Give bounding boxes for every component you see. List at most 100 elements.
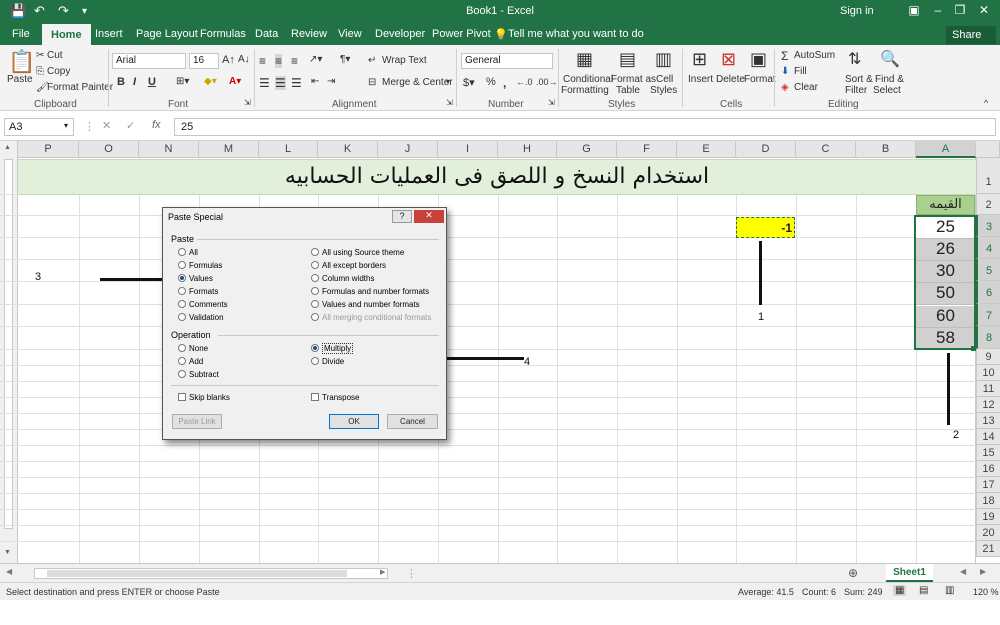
radio-icon[interactable]	[178, 370, 186, 378]
value-cell-a8[interactable]: 58	[916, 328, 975, 350]
column-header-f[interactable]: F	[617, 141, 677, 158]
insert-cells-button[interactable]: Insert	[688, 74, 713, 85]
decrease-indent-icon[interactable]: ⇤	[311, 76, 319, 87]
sort-filter-button[interactable]: Sort &	[845, 74, 873, 85]
paste-icon[interactable]: 📋	[8, 49, 35, 75]
ok-button[interactable]: OK	[329, 414, 379, 429]
radio-icon[interactable]	[311, 248, 319, 256]
cell-styles-icon[interactable]: ▥	[655, 49, 672, 70]
align-left-icon[interactable]: ☰	[259, 76, 270, 90]
select-all-corner[interactable]	[976, 141, 1000, 158]
insert-cells-icon[interactable]: ⊞	[692, 49, 707, 70]
tab-power-pivot[interactable]: Power Pivot	[432, 28, 491, 40]
radio-icon[interactable]	[178, 357, 186, 365]
grow-font-icon[interactable]: A↑	[222, 54, 235, 66]
page-layout-view-icon[interactable]: ▤	[919, 585, 928, 596]
column-header-j[interactable]: J	[378, 141, 438, 158]
hscroll-thumb[interactable]	[47, 570, 347, 577]
format-cells-icon[interactable]: ▣	[750, 49, 767, 70]
paste-formulas-number-formats-option[interactable]: Formulas and number formats	[311, 287, 429, 296]
align-bottom-icon[interactable]: ≡	[291, 54, 298, 68]
merged-title-cell[interactable]: استخدام النسخ و اللصق فى العمليات الحساب…	[18, 159, 976, 195]
align-middle-icon[interactable]: ≡	[275, 54, 283, 68]
sheet-tab-sheet1[interactable]: Sheet1	[886, 564, 933, 582]
radio-selected-icon[interactable]	[311, 344, 319, 352]
scroll-down-icon[interactable]: ▼	[4, 549, 11, 556]
tell-me-box[interactable]: Tell me what you want to do	[508, 28, 644, 40]
radio-selected-icon[interactable]	[178, 274, 186, 282]
row-header-19[interactable]: 19	[976, 509, 1000, 525]
row-header-18[interactable]: 18	[976, 493, 1000, 509]
tab-scroll-prev-icon[interactable]: ◀	[960, 567, 966, 576]
tab-file[interactable]: File	[12, 28, 30, 40]
row-header-17[interactable]: 17	[976, 477, 1000, 493]
dialog-close-button[interactable]: ✕	[414, 210, 444, 223]
formula-input[interactable]: 25	[174, 118, 996, 136]
restore-icon[interactable]: ❐	[950, 3, 970, 17]
sort-filter-icon[interactable]: ⇅	[848, 49, 861, 69]
op-multiply-option[interactable]: Multiply	[311, 343, 354, 354]
tab-developer[interactable]: Developer	[375, 28, 425, 40]
row-header-8[interactable]: 8	[976, 326, 1000, 349]
increase-decimal-icon[interactable]: ←.0	[516, 77, 533, 87]
align-top-icon[interactable]: ≡	[259, 54, 266, 68]
scroll-left-icon[interactable]: ◀	[6, 567, 12, 576]
percent-button[interactable]: %	[486, 76, 496, 88]
row-header-11[interactable]: 11	[976, 381, 1000, 397]
vertical-scrollbar[interactable]: ▲ ▼	[0, 141, 18, 563]
column-header-n[interactable]: N	[139, 141, 199, 158]
find-select-icon[interactable]: 🔍	[880, 49, 900, 69]
paste-button[interactable]: Paste	[7, 74, 33, 85]
font-size-box[interactable]: 16	[189, 53, 219, 69]
column-header-m[interactable]: M	[199, 141, 259, 158]
row-header-5[interactable]: 5	[976, 259, 1000, 281]
radio-icon[interactable]	[178, 300, 186, 308]
copy-button[interactable]: Copy	[47, 66, 70, 77]
merge-center-button[interactable]: Merge & Center	[382, 77, 453, 88]
row-header-13[interactable]: 13	[976, 413, 1000, 429]
column-header-b[interactable]: B	[856, 141, 916, 158]
paste-column-widths-option[interactable]: Column widths	[311, 274, 374, 283]
format-as-table-button[interactable]: Format as	[611, 74, 656, 85]
tab-data[interactable]: Data	[255, 28, 278, 40]
column-header-p[interactable]: P	[18, 141, 79, 158]
column-header-c[interactable]: C	[796, 141, 856, 158]
radio-icon[interactable]	[178, 313, 186, 321]
radio-icon[interactable]	[311, 357, 319, 365]
paste-source-theme-option[interactable]: All using Source theme	[311, 248, 404, 257]
sign-in-link[interactable]: Sign in	[840, 5, 874, 17]
name-box-dropdown-icon[interactable]: ▾	[64, 121, 68, 130]
checkbox-icon[interactable]	[178, 393, 186, 401]
op-subtract-option[interactable]: Subtract	[178, 370, 219, 379]
row-header-14[interactable]: 14	[976, 429, 1000, 445]
radio-icon[interactable]	[178, 261, 186, 269]
row-header-3[interactable]: 3	[976, 215, 1000, 237]
row-header-15[interactable]: 15	[976, 445, 1000, 461]
value-cell-a4[interactable]: 26	[916, 239, 975, 261]
op-divide-option[interactable]: Divide	[311, 357, 344, 366]
enter-entry-icon[interactable]: ✓	[126, 119, 135, 132]
italic-button[interactable]: I	[133, 76, 136, 88]
checkbox-icon[interactable]	[311, 393, 319, 401]
tab-view[interactable]: View	[338, 28, 362, 40]
dialog-title-bar[interactable]: Paste Special ? ✕	[163, 208, 446, 226]
tab-split-icon[interactable]: ⋮	[406, 567, 417, 580]
paste-comments-option[interactable]: Comments	[178, 300, 228, 309]
horizontal-scrollbar[interactable]	[34, 568, 388, 579]
align-right-icon[interactable]: ☰	[291, 76, 302, 90]
scroll-up-icon[interactable]: ▲	[4, 144, 11, 151]
tab-home[interactable]: Home	[42, 24, 91, 45]
share-button[interactable]: Share	[946, 26, 996, 44]
tab-scroll-next-icon[interactable]: ▶	[980, 567, 986, 576]
fill-color-icon[interactable]: ◆▾	[204, 76, 217, 87]
fill-handle[interactable]	[971, 346, 976, 351]
value-cell-a5[interactable]: 30	[916, 261, 975, 283]
column-header-h[interactable]: H	[498, 141, 557, 158]
add-sheet-icon[interactable]: ⊕	[848, 566, 858, 580]
column-header-d[interactable]: D	[736, 141, 796, 158]
conditional-formatting-button[interactable]: Conditional	[563, 74, 613, 85]
format-cells-button[interactable]: Format	[744, 74, 776, 85]
orientation-icon[interactable]: ↗▾	[309, 54, 322, 65]
shrink-font-icon[interactable]: A↓	[238, 54, 250, 65]
tab-formulas[interactable]: Formulas	[200, 28, 246, 40]
